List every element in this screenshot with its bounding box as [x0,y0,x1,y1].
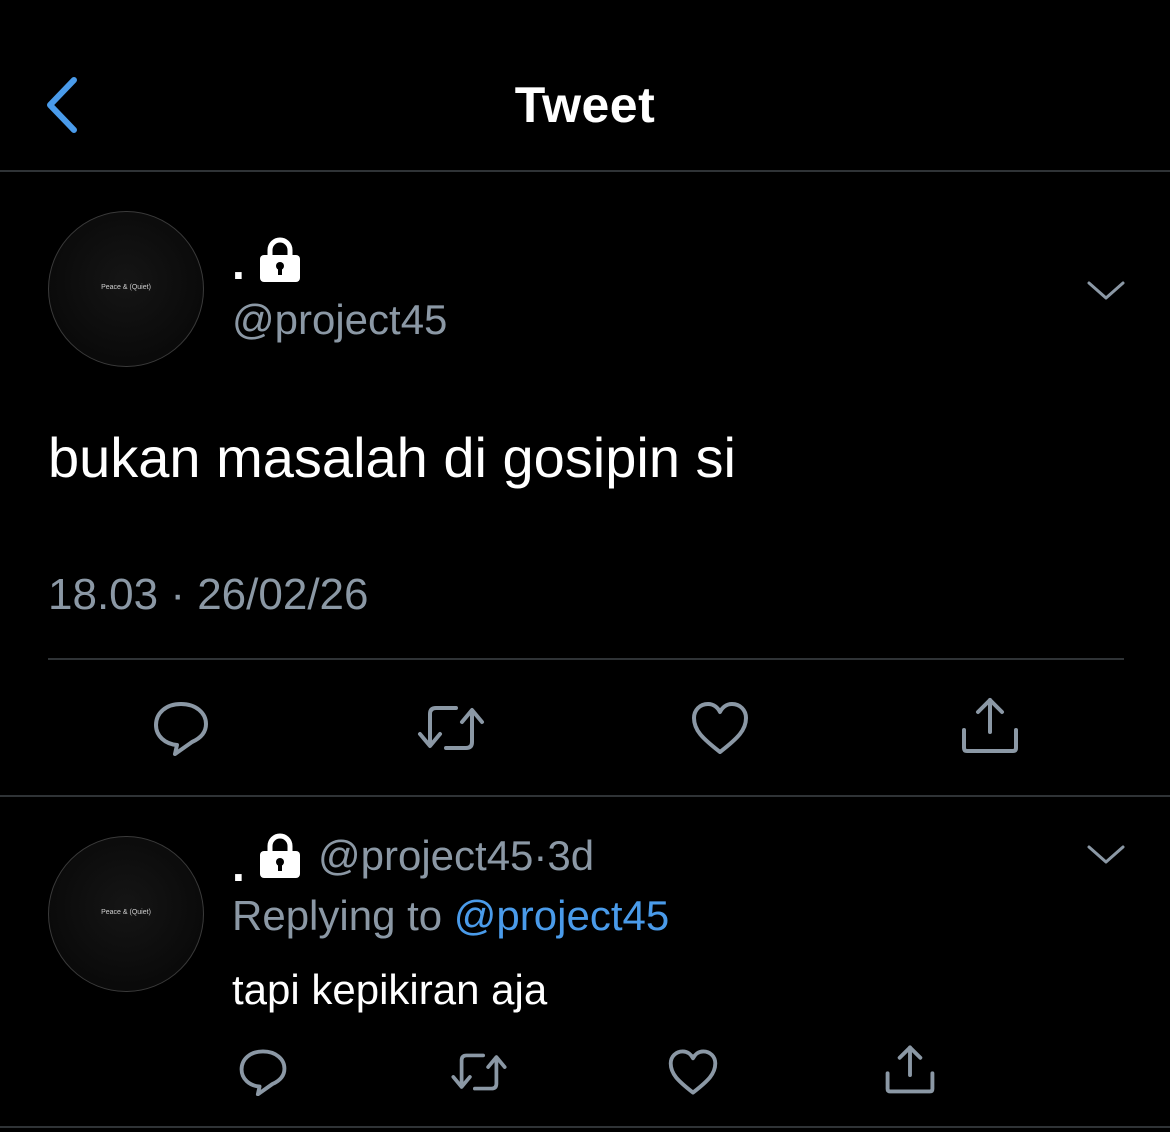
tweet-text: bukan masalah di gosipin si [48,426,736,489]
share-button[interactable] [960,696,1020,754]
user-handle[interactable]: @project45 [232,296,447,344]
replying-to-label: Replying to [232,892,443,939]
chevron-down-icon[interactable] [1086,278,1126,304]
avatar-caption: Peace & (Quiet) [101,284,151,291]
share-icon [885,1045,935,1094]
lock-icon [260,237,300,282]
reply-avatar[interactable]: Peace & (Quiet) [48,836,204,992]
like-button[interactable] [690,700,750,756]
retweet-icon [451,1053,507,1091]
replying-to-mention[interactable]: @project45 [454,892,669,939]
retweet-button[interactable] [416,700,486,756]
reply-age[interactable]: 3d [547,832,594,879]
like-icon [668,1049,718,1095]
section-divider [0,795,1170,797]
reply-reply-button[interactable] [238,1048,288,1097]
page-title: Tweet [514,77,656,133]
like-icon [692,702,748,754]
reply-share-button[interactable] [884,1044,936,1094]
tweet-timestamp[interactable]: 18.03 · 26/02/26 [48,570,368,620]
reply-handle[interactable]: @project45 [318,832,533,879]
reply-icon [154,702,208,756]
display-name[interactable]: . [232,240,245,286]
reply-meta: @project45·3d [318,832,594,880]
bottom-divider [0,1126,1170,1128]
reply-icon [239,1049,287,1097]
reply-like-button[interactable] [667,1048,719,1096]
reply-tweet-text: tapi kepikiran aja [232,966,548,1013]
chevron-down-icon[interactable] [1086,842,1126,868]
share-icon [962,698,1018,753]
reply-button[interactable] [152,700,210,756]
avatar[interactable]: Peace & (Quiet) [48,211,204,367]
lock-icon [260,833,300,878]
retweet-icon [418,706,484,750]
reply-display-name[interactable]: . [232,842,245,888]
divider [48,658,1124,660]
avatar-caption: Peace & (Quiet) [101,909,151,916]
reply-retweet-button[interactable] [450,1048,508,1096]
replying-to-line: Replying to @project45 [232,892,669,940]
meta-separator: · [533,832,548,879]
top-nav-bar: Tweet [0,0,1170,172]
